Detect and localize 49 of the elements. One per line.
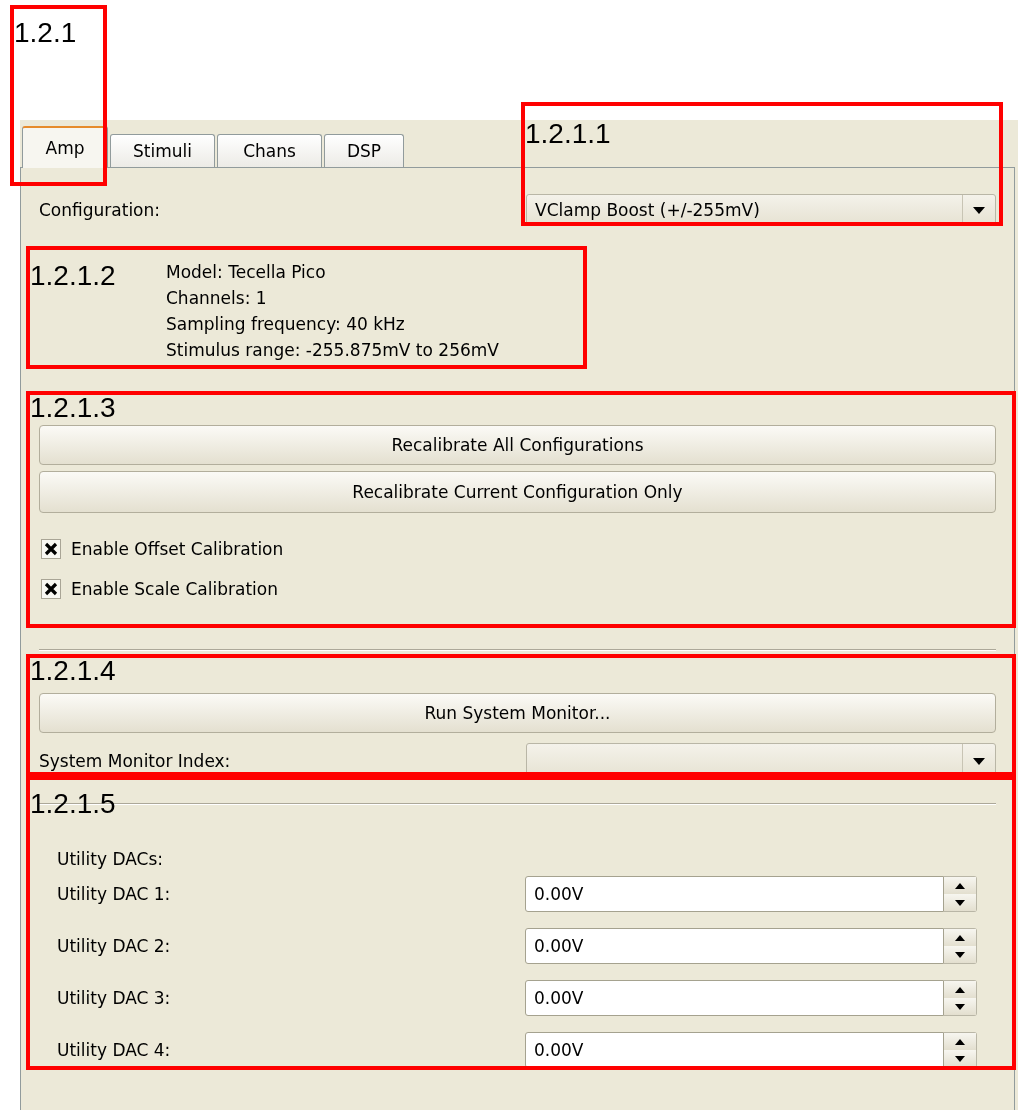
utility-dac-label: Utility DAC 1: xyxy=(57,884,171,904)
device-info-text: Channels: 1 xyxy=(166,287,268,310)
annotation-label: 1.2.1.4 xyxy=(30,657,116,685)
spin-field[interactable]: 0.00V xyxy=(525,1032,944,1068)
annotation-label: 1.2.1.3 xyxy=(30,394,116,422)
spin-up-button[interactable] xyxy=(944,1033,976,1050)
device-info-text: Stimulus range: -255.875mV to 256mV xyxy=(166,339,500,362)
checkbox-label: Enable Scale Calibration xyxy=(71,579,278,599)
utility-dac-label: Utility DAC 2: xyxy=(57,936,171,956)
spin-down-button[interactable] xyxy=(944,998,976,1015)
triangle-up-icon xyxy=(955,882,965,889)
spin-field[interactable]: 0.00V xyxy=(525,928,944,964)
triangle-down-icon xyxy=(955,1055,965,1062)
triangle-up-icon xyxy=(955,986,965,993)
annotation-label: 1.2.1.1 xyxy=(525,120,611,148)
tab[interactable]: Stimuli xyxy=(110,134,215,167)
annotation-label: 1.2.1.5 xyxy=(30,790,116,818)
triangle-up-icon xyxy=(955,934,965,941)
utility-dac-label: Utility DAC 3: xyxy=(57,988,171,1008)
checkbox-label: Enable Offset Calibration xyxy=(71,539,284,559)
annotation-label: 1.2.1.2 xyxy=(30,262,116,290)
triangle-down-icon xyxy=(955,1003,965,1010)
triangle-down-icon xyxy=(955,951,965,958)
device-info-text: Model: Tecella Pico xyxy=(166,261,327,284)
utility-dac-label: Utility DAC 4: xyxy=(57,1040,171,1060)
recalibrate-button[interactable]: Recalibrate Current Configuration Only xyxy=(39,471,996,513)
recalibrate-button[interactable]: Recalibrate All Configurations xyxy=(39,425,996,465)
spin-down-button[interactable] xyxy=(944,946,976,963)
triangle-down-icon xyxy=(955,899,965,906)
caret-icon xyxy=(973,206,985,214)
spin-up-button[interactable] xyxy=(944,981,976,998)
spin-field[interactable]: 0.00V xyxy=(525,980,944,1016)
spin-down-button[interactable] xyxy=(944,894,976,911)
spin-up-button[interactable] xyxy=(944,877,976,894)
triangle-up-icon xyxy=(955,1038,965,1045)
utility-dacs-heading: Utility DACs: xyxy=(57,848,164,871)
caret-icon xyxy=(973,757,985,765)
run-system-monitor-button[interactable]: Run System Monitor... xyxy=(39,693,996,733)
spin-up-button[interactable] xyxy=(944,929,976,946)
tab[interactable]: Chans xyxy=(217,134,322,167)
configuration-label: Configuration: xyxy=(39,200,161,220)
annotation-label: 1.2.1 xyxy=(14,19,77,47)
checkbox[interactable] xyxy=(41,539,61,559)
checkbox[interactable] xyxy=(41,579,61,599)
device-info-text: Sampling frequency: 40 kHz xyxy=(166,313,406,336)
tab[interactable]: Amp xyxy=(22,126,108,168)
system-monitor-index-label: System Monitor Index: xyxy=(39,751,231,771)
tab[interactable]: DSP xyxy=(324,134,404,167)
spin-field[interactable]: 0.00V xyxy=(525,876,944,912)
